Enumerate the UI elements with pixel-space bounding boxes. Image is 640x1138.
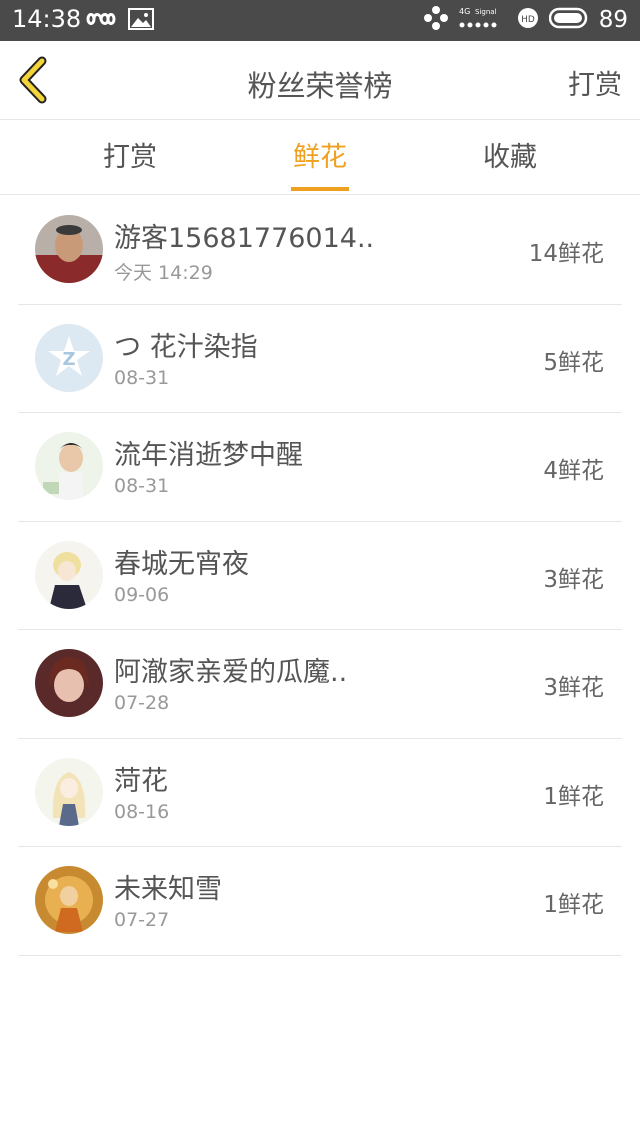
tab-flowers[interactable]: 鲜花 <box>240 121 400 195</box>
flower-count: 4鲜花 <box>543 458 604 484</box>
battery-level: 89 <box>598 7 628 33</box>
tab-reward[interactable]: 打赏 <box>50 121 210 195</box>
battery-icon <box>548 7 589 33</box>
flower-count: 1鲜花 <box>543 892 604 918</box>
status-time: 14:38 <box>12 5 82 33</box>
avatar <box>35 432 103 500</box>
flower-count: 1鲜花 <box>543 783 604 810</box>
avatar <box>35 540 103 609</box>
list-item[interactable]: 阿澈家亲爱的瓜魔.. 07-28 3鲜花 <box>18 630 622 739</box>
avatar <box>35 649 103 717</box>
svg-text:Z: Z <box>62 349 75 370</box>
fan-date: 07-27 <box>114 909 170 931</box>
fan-date: 08-31 <box>114 366 170 389</box>
fan-date: 07-28 <box>114 692 170 714</box>
tab-bar: 打赏 鲜花 收藏 <box>0 121 640 195</box>
flower-count: 3鲜花 <box>543 566 604 593</box>
flower-count: 14鲜花 <box>528 241 604 267</box>
signal-icon: 4G Signal <box>459 5 507 35</box>
active-tab-indicator <box>291 187 349 191</box>
fan-date: 今天 14:29 <box>114 262 213 284</box>
flower-count: 3鲜花 <box>543 675 604 701</box>
fan-name: 游客15681776014.. <box>114 223 375 254</box>
infinity-icon <box>86 9 116 33</box>
fan-name: 菏花 <box>114 765 168 797</box>
list-item[interactable]: 春城无宵夜 09-06 3鲜花 <box>18 522 622 630</box>
dots-icon <box>423 5 449 35</box>
status-right: 4G Signal HD 89 <box>423 5 628 35</box>
status-bar: 14:38 4G Signal HD 89 <box>0 0 640 41</box>
fan-date: 08-31 <box>114 475 170 497</box>
fan-date: 09-06 <box>114 583 170 606</box>
fan-name: 未来知雪 <box>114 874 222 905</box>
list-item[interactable]: 游客15681776014.. 今天 14:29 14鲜花 <box>18 196 622 305</box>
hd-icon: HD <box>517 7 539 33</box>
status-left-icons <box>86 8 154 34</box>
header-bar: 粉丝荣誉榜 打赏 <box>0 41 640 120</box>
hd-label: HD <box>521 15 535 25</box>
fan-name: 阿澈家亲爱的瓜魔.. <box>114 657 348 688</box>
tab-label: 打赏 <box>103 142 157 173</box>
tab-label: 鲜花 <box>293 142 347 173</box>
flower-count: 5鲜花 <box>543 349 604 376</box>
page-title: 粉丝荣誉榜 <box>247 69 393 103</box>
fan-date: 08-16 <box>114 800 170 823</box>
network-label: 4G <box>459 7 470 16</box>
avatar <box>35 215 103 283</box>
fan-list: 游客15681776014.. 今天 14:29 14鲜花 Z つ 花汁染指 0… <box>18 196 622 956</box>
list-item[interactable]: Z つ 花汁染指 08-31 5鲜花 <box>18 305 622 413</box>
reward-action-button[interactable]: 打赏 <box>568 63 622 102</box>
tab-favorites[interactable]: 收藏 <box>430 121 590 195</box>
list-item[interactable]: 菏花 08-16 1鲜花 <box>18 739 622 847</box>
list-item[interactable]: 未来知雪 07-27 1鲜花 <box>18 847 622 956</box>
fan-name: つ 花汁染指 <box>114 331 258 363</box>
signal-label: Signal <box>475 8 497 16</box>
avatar <box>35 866 103 934</box>
image-icon <box>128 8 154 34</box>
list-item[interactable]: 流年消逝梦中醒 08-31 4鲜花 <box>18 413 622 522</box>
avatar: Z <box>35 323 103 392</box>
avatar <box>35 757 103 826</box>
fan-name: 春城无宵夜 <box>114 548 249 580</box>
tab-label: 收藏 <box>483 142 537 173</box>
fan-name: 流年消逝梦中醒 <box>114 440 303 471</box>
